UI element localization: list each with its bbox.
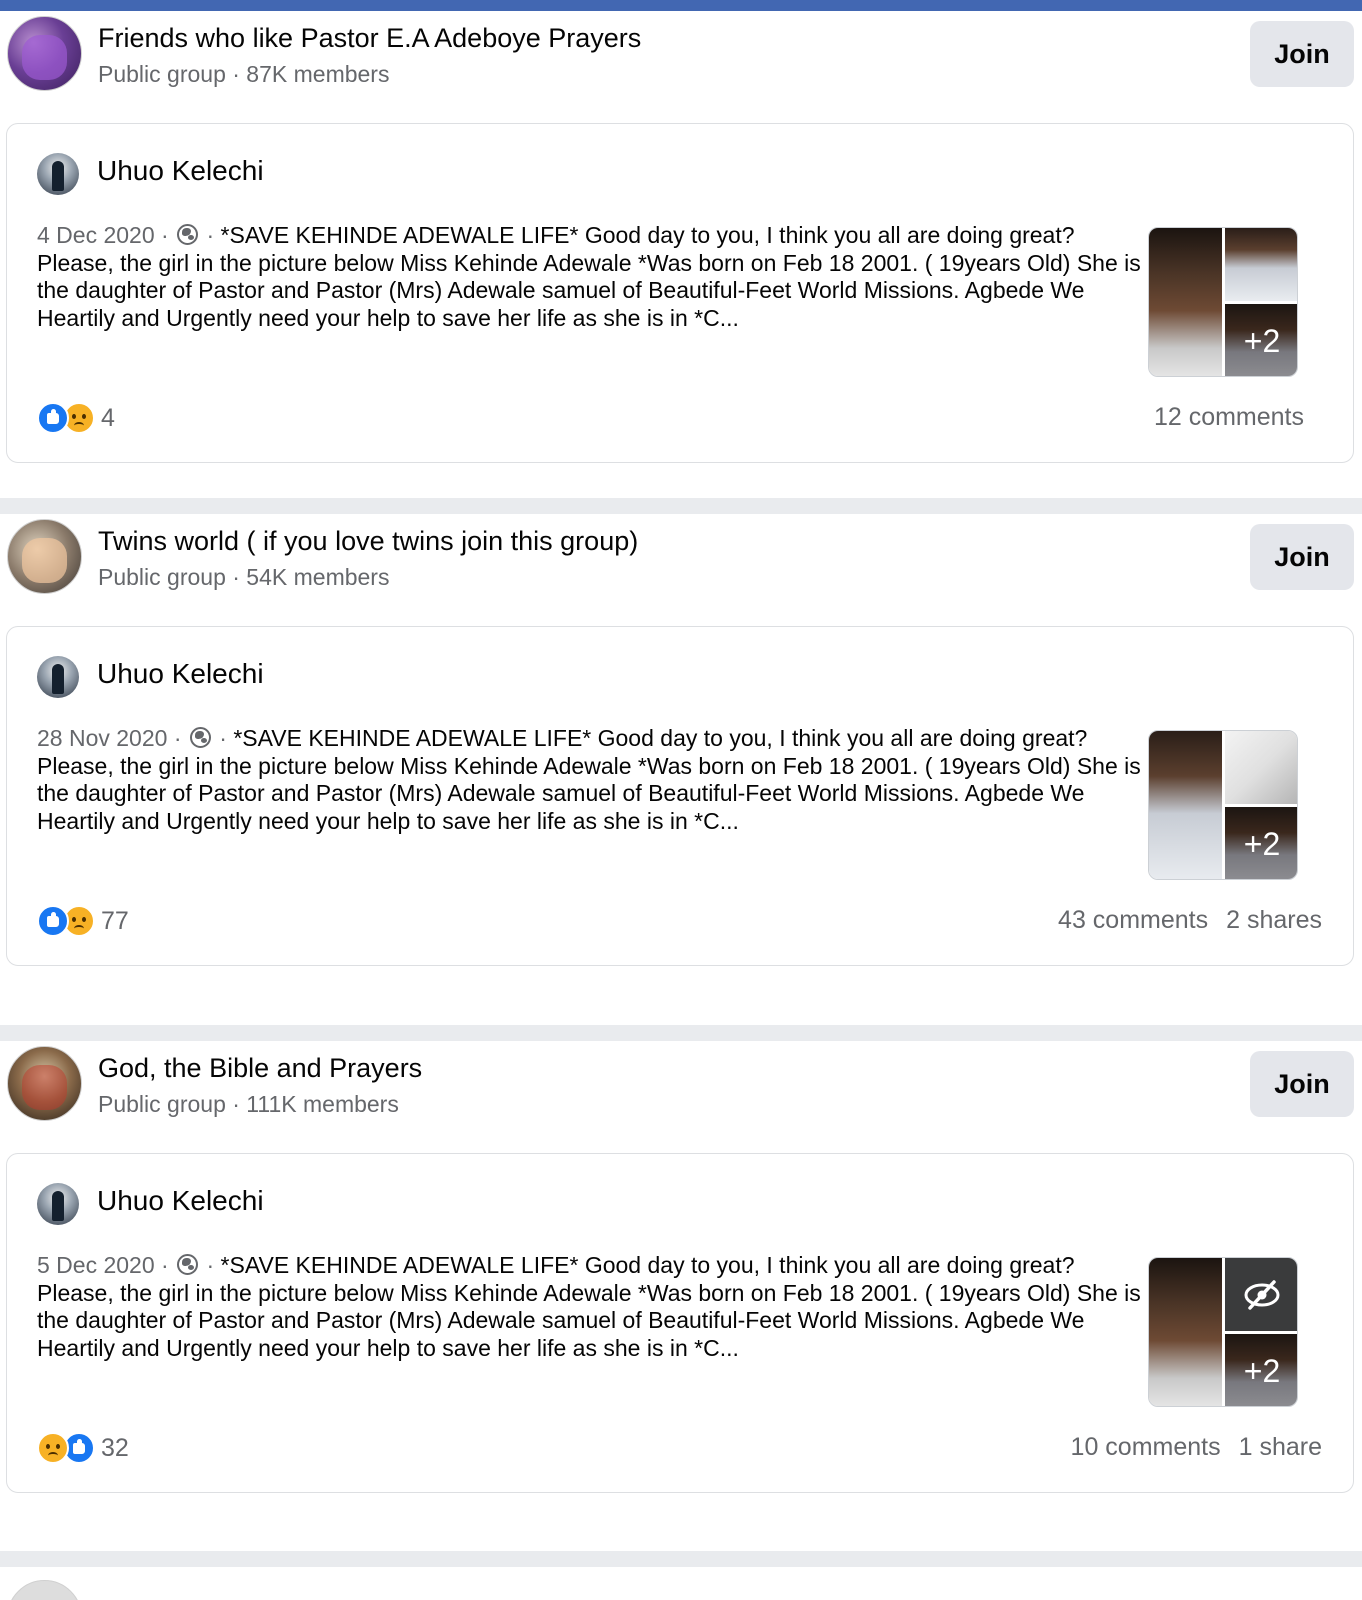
separator-dot: · — [206, 222, 215, 248]
section-divider — [0, 1551, 1362, 1567]
like-icon — [37, 402, 69, 434]
reactions-summary[interactable]: 4 — [37, 400, 115, 436]
reaction-count: 4 — [101, 403, 115, 432]
like-icon — [37, 905, 69, 937]
photo-grid[interactable]: +2 — [1148, 227, 1298, 377]
separator-dot: · — [173, 725, 182, 751]
post-text[interactable]: 4 Dec 2020 · · *SAVE KEHINDE ADEWALE LIF… — [37, 222, 1152, 340]
post-stats: 43 comments 2 shares — [1058, 906, 1322, 935]
group-name[interactable]: Friends who like Pastor E.A Adeboye Pray… — [98, 23, 641, 54]
post-date[interactable]: 4 Dec 2020 — [37, 222, 155, 248]
post-photo[interactable] — [1149, 1258, 1222, 1406]
group-name[interactable]: Twins world ( if you love twins join thi… — [98, 526, 638, 557]
group-result: God, the Bible and Prayers Public group … — [0, 1041, 1362, 1541]
author-avatar[interactable] — [37, 153, 79, 195]
more-photos-count[interactable]: +2 — [1225, 807, 1297, 879]
author-name[interactable]: Uhuo Kelechi — [97, 155, 264, 187]
post-photo[interactable] — [1225, 1258, 1297, 1331]
join-button[interactable]: Join — [1250, 21, 1354, 87]
post-text[interactable]: 5 Dec 2020 · · *SAVE KEHINDE ADEWALE LIF… — [37, 1252, 1152, 1370]
group-header: Friends who like Pastor E.A Adeboye Pray… — [0, 11, 1362, 121]
post-photo[interactable]: +2 — [1225, 1334, 1297, 1406]
globe-icon — [177, 224, 199, 245]
group-meta: Public group · 54K members — [98, 564, 390, 590]
shares-count[interactable]: 1 share — [1239, 1433, 1322, 1461]
author-name[interactable]: Uhuo Kelechi — [97, 1185, 264, 1217]
post-body: *SAVE KEHINDE ADEWALE LIFE* Good day to … — [37, 222, 1141, 332]
photo-grid[interactable]: +2 — [1148, 730, 1298, 880]
post-card[interactable]: Uhuo Kelechi 5 Dec 2020 · · *SAVE KEHIND… — [6, 1153, 1354, 1493]
post-photo[interactable]: +2 — [1225, 807, 1297, 879]
join-button[interactable]: Join — [1250, 524, 1354, 590]
post-photo[interactable]: +2 — [1225, 304, 1297, 376]
hidden-photo-icon — [1225, 1258, 1297, 1331]
post-body: *SAVE KEHINDE ADEWALE LIFE* Good day to … — [37, 1252, 1141, 1362]
post-card[interactable]: Uhuo Kelechi 28 Nov 2020 · · *SAVE KEHIN… — [6, 626, 1354, 966]
post-stats: 12 comments — [1154, 403, 1322, 432]
sad-icon — [37, 1432, 69, 1464]
comments-count[interactable]: 10 comments — [1071, 1433, 1221, 1461]
comments-count[interactable]: 12 comments — [1154, 403, 1304, 431]
top-accent-bar — [0, 0, 1362, 11]
globe-icon — [177, 1254, 199, 1275]
group-avatar[interactable] — [7, 519, 82, 594]
author-avatar[interactable] — [37, 1183, 79, 1225]
join-button[interactable]: Join — [1250, 1051, 1354, 1117]
reactions-summary[interactable]: 32 — [37, 1430, 129, 1466]
more-photos-count[interactable]: +2 — [1225, 1334, 1297, 1406]
author-avatar[interactable] — [37, 656, 79, 698]
group-avatar[interactable] — [7, 1046, 82, 1121]
separator-dot: · — [161, 222, 169, 248]
separator-dot: · — [219, 725, 227, 751]
post-card[interactable]: Uhuo Kelechi 4 Dec 2020 · · *SAVE KEHIND… — [6, 123, 1354, 463]
post-stats: 10 comments 1 share — [1071, 1433, 1322, 1462]
more-photos-count[interactable]: +2 — [1225, 304, 1297, 376]
reaction-count: 32 — [101, 1433, 129, 1462]
post-date[interactable]: 5 Dec 2020 — [37, 1252, 155, 1278]
comments-count[interactable]: 43 comments — [1058, 906, 1208, 934]
group-avatar[interactable] — [7, 1580, 82, 1600]
post-date[interactable]: 28 Nov 2020 — [37, 725, 167, 751]
post-photo[interactable] — [1149, 731, 1222, 879]
reactions-summary[interactable]: 77 — [37, 903, 129, 939]
separator-dot: · — [206, 1252, 215, 1278]
group-header: Twins world ( if you love twins join thi… — [0, 514, 1362, 624]
photo-grid[interactable]: +2 — [1148, 1257, 1298, 1407]
section-divider — [0, 498, 1362, 514]
section-divider — [0, 1025, 1362, 1041]
group-header: God, the Bible and Prayers Public group … — [0, 1041, 1362, 1151]
group-result: Friends who like Pastor E.A Adeboye Pray… — [0, 11, 1362, 511]
post-photo[interactable] — [1225, 731, 1297, 804]
group-result: Twins world ( if you love twins join thi… — [0, 514, 1362, 1014]
separator-dot: · — [161, 1252, 169, 1278]
globe-icon — [189, 727, 211, 748]
post-photo[interactable] — [1149, 228, 1222, 376]
group-name[interactable]: God, the Bible and Prayers — [98, 1053, 422, 1084]
group-avatar[interactable] — [7, 16, 82, 91]
reaction-count: 77 — [101, 906, 129, 935]
post-photo[interactable] — [1225, 228, 1297, 301]
group-meta: Public group · 111K members — [98, 1091, 399, 1117]
post-text[interactable]: 28 Nov 2020 · · *SAVE KEHINDE ADEWALE LI… — [37, 725, 1152, 843]
group-meta: Public group · 87K members — [98, 61, 390, 87]
shares-count[interactable]: 2 shares — [1226, 906, 1322, 934]
author-name[interactable]: Uhuo Kelechi — [97, 658, 264, 690]
